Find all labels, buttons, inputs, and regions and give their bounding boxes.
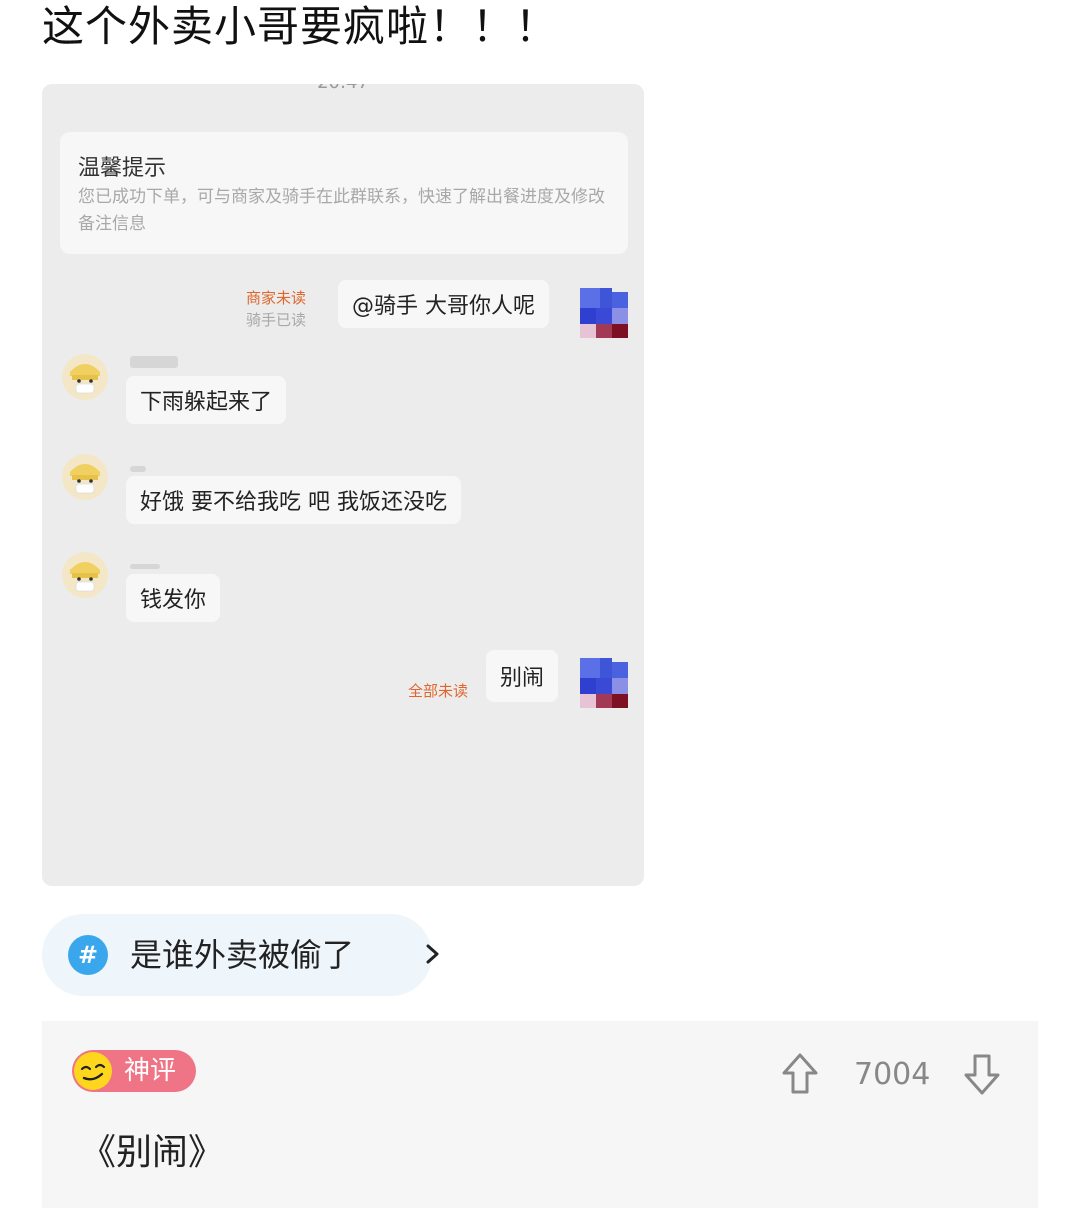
read-status-read: 骑手已读 xyxy=(246,311,307,329)
read-status: 全部未读 xyxy=(408,680,468,702)
rider-face-icon xyxy=(62,354,108,400)
upvote-count: 7004 xyxy=(854,1057,931,1092)
notice-body: 您已成功下单，可与商家及骑手在此群联系，快速了解出餐进度及修改备注信息 xyxy=(78,187,605,234)
god-comment-badge-label: 神评 xyxy=(124,1056,177,1086)
read-status-unread: 全部未读 xyxy=(408,682,469,700)
user-avatar xyxy=(580,658,628,708)
notice-title: 温馨提示 xyxy=(78,156,167,181)
notice-card: 温馨提示 您已成功下单，可与商家及骑手在此群联系，快速了解出餐进度及修改备注信息 xyxy=(60,132,628,254)
rider-face-icon xyxy=(62,454,108,500)
user-avatar xyxy=(580,288,628,338)
sender-name-blurred xyxy=(130,564,160,569)
message-bubble-incoming: 好饿 要不给我吃 吧 我饭还没吃 xyxy=(126,476,461,524)
message-bubble-incoming: 钱发你 xyxy=(126,574,221,622)
god-comment-badge: 神评 xyxy=(72,1050,196,1092)
rider-face-icon xyxy=(62,552,108,598)
sender-name-blurred xyxy=(130,356,178,368)
chat-timestamp: 20:47 xyxy=(42,84,644,93)
message-bubble-outgoing: @骑手 大哥你人呢 xyxy=(338,280,549,328)
top-comment-card: 神评 7004 《别闹》 xyxy=(42,1021,1038,1208)
sender-name-blurred xyxy=(130,466,146,472)
read-status: 商家未读 骑手已读 xyxy=(246,287,306,331)
chat-screenshot[interactable]: 20:47 温馨提示 您已成功下单，可与商家及骑手在此群联系，快速了解出餐进度及… xyxy=(42,84,644,886)
downvote-arrow-icon[interactable] xyxy=(962,1052,1002,1096)
comment-text: 《别闹》 xyxy=(80,1132,225,1173)
read-status-unread: 商家未读 xyxy=(246,289,307,307)
chevron-right-icon xyxy=(426,944,439,964)
message-bubble-outgoing: 别闹 xyxy=(486,650,559,702)
upvote-arrow-icon[interactable] xyxy=(780,1052,820,1096)
topic-label: 是谁外卖被偷了 xyxy=(130,936,355,974)
post-title: 这个外卖小哥要疯啦！！！ xyxy=(42,2,559,51)
message-bubble-incoming: 下雨躲起来了 xyxy=(126,376,287,424)
hashtag-icon: # xyxy=(68,935,108,975)
smirk-face-icon xyxy=(74,1052,112,1090)
rider-avatar xyxy=(62,454,108,500)
rider-avatar xyxy=(62,552,108,598)
topic-tag[interactable]: # 是谁外卖被偷了 xyxy=(42,914,439,996)
rider-avatar xyxy=(62,354,108,400)
